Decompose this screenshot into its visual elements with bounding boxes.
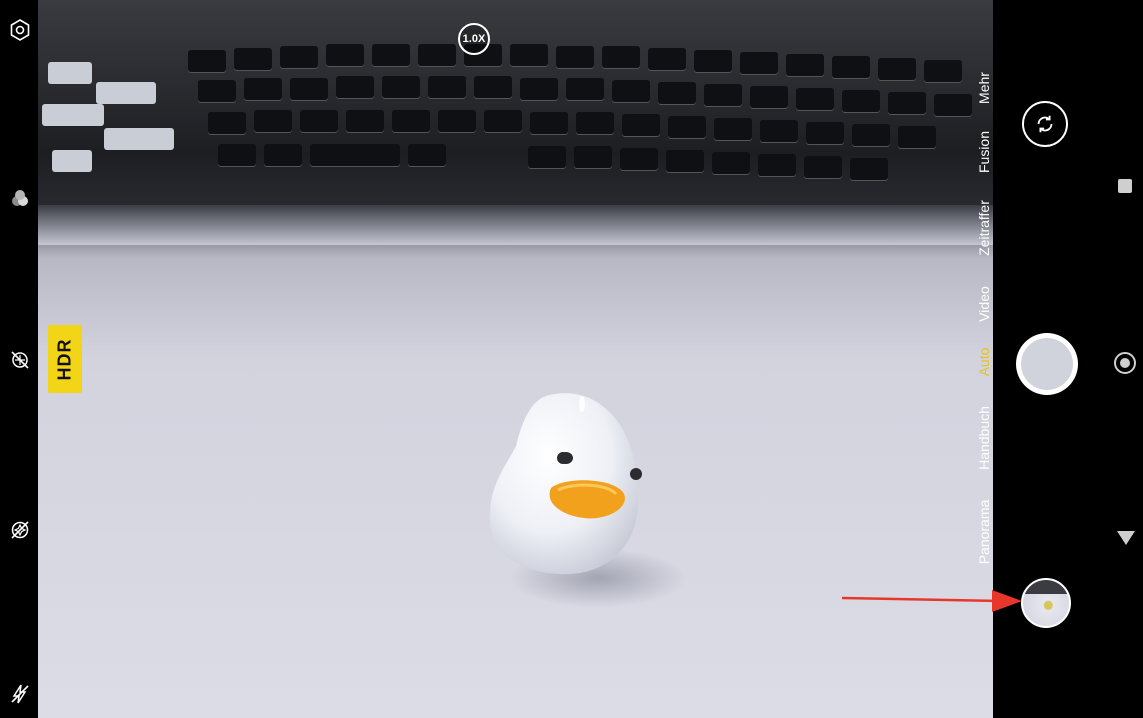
mode-handbuch[interactable]: Handbuch (976, 406, 992, 470)
filter-icon[interactable] (6, 184, 34, 212)
flash-off-icon[interactable] (6, 680, 34, 708)
mode-zeitraffer[interactable]: Zeitraffer (976, 200, 992, 256)
mode-fusion[interactable]: Fusion (976, 131, 992, 173)
hdr-off-icon[interactable] (6, 346, 34, 374)
ai-off-icon[interactable] (6, 516, 34, 544)
left-control-rail (0, 0, 38, 718)
mode-auto[interactable]: Auto (976, 348, 992, 377)
shutter-button[interactable] (1016, 333, 1078, 395)
back-icon[interactable] (1117, 531, 1135, 545)
hdr-badge[interactable]: HDR (48, 325, 82, 393)
annotation-arrow-icon (842, 590, 1022, 612)
keyboard-scene (38, 0, 993, 220)
zoom-level-button[interactable]: 1.0X (458, 23, 490, 55)
mode-panorama[interactable]: Panorama (976, 500, 992, 565)
camera-switch-icon[interactable] (1022, 101, 1068, 147)
recent-apps-icon[interactable] (1118, 179, 1132, 193)
gallery-thumbnail[interactable] (1021, 578, 1071, 628)
settings-icon[interactable] (6, 16, 34, 44)
hdr-label: HDR (54, 338, 75, 380)
shutter-inner (1021, 338, 1073, 390)
home-icon[interactable] (1114, 352, 1136, 374)
rubber-duck-figure (489, 393, 642, 575)
mode-mehr[interactable]: Mehr (976, 72, 992, 104)
mode-video[interactable]: Video (976, 286, 992, 322)
desk-edge (38, 205, 993, 245)
